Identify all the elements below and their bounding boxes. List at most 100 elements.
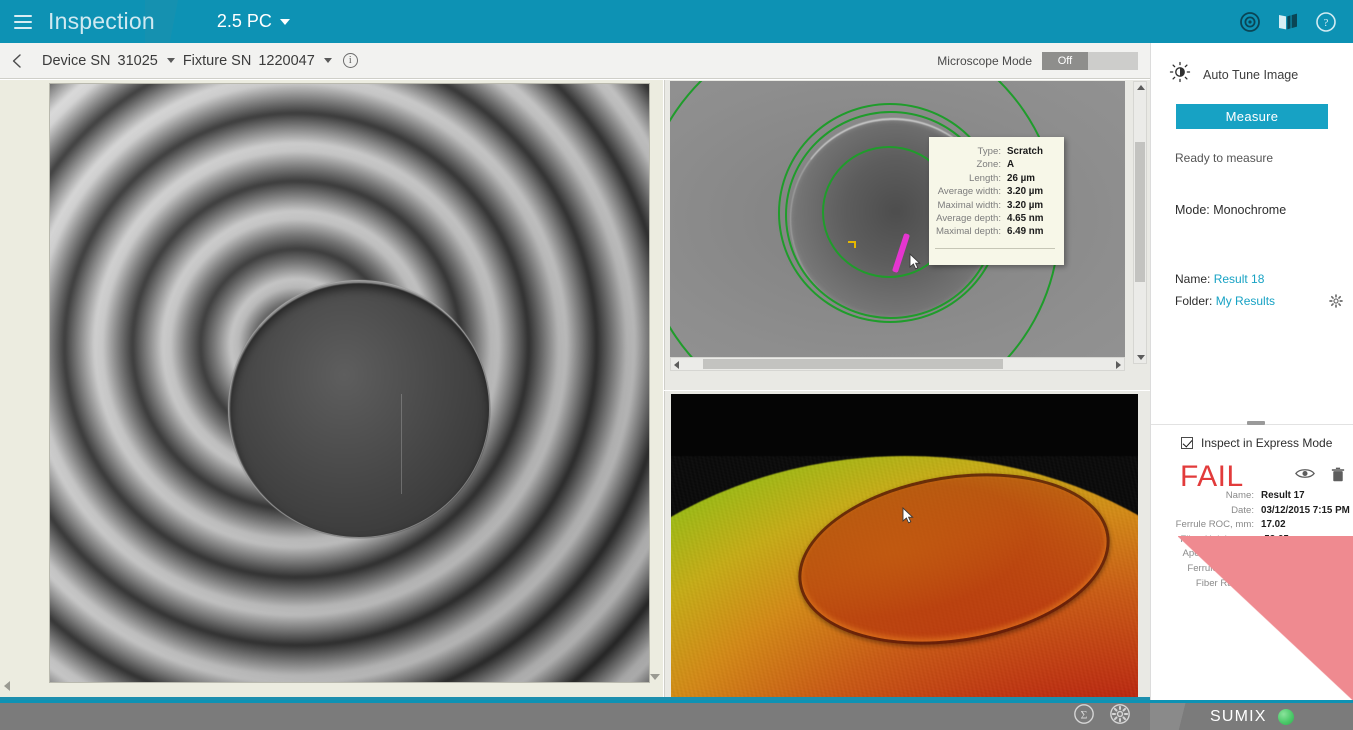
- gear-icon[interactable]: [1329, 294, 1343, 313]
- tooltip-key: Length:: [968, 172, 1001, 184]
- defect-tooltip: Type: Scratch Zone: A Length: 26 µm Aver…: [929, 137, 1064, 265]
- sidebar-splitter[interactable]: [1151, 418, 1353, 430]
- microscope-mode-label: Microscope Mode: [937, 54, 1032, 68]
- table-row: Maximal depth: 6.49 nm: [935, 225, 1055, 238]
- result-value: 17.02: [1261, 519, 1286, 531]
- tooltip-key: Average width:: [937, 186, 1001, 198]
- bore-hairline: [401, 394, 402, 494]
- ferrule-bore-edge: [228, 280, 490, 538]
- checkbox-checked-icon: [1181, 437, 1193, 449]
- trash-icon[interactable]: [1331, 467, 1345, 488]
- mode-selector-label: 2.5 PC: [216, 11, 272, 31]
- result-value: -53.65: [1261, 533, 1289, 545]
- fixture-sn-dropdown-icon[interactable]: [323, 58, 332, 63]
- topbar-actions: ?: [1239, 0, 1345, 43]
- mouse-cursor-icon: [909, 252, 921, 270]
- help-icon[interactable]: ?: [1315, 11, 1337, 33]
- express-mode-checkbox[interactable]: Inspect in Express Mode: [1181, 436, 1332, 450]
- tooltip-key: Zone:: [976, 159, 1001, 171]
- mouse-cursor-icon: [902, 506, 914, 524]
- tooltip-value: 4.65 nm: [1007, 213, 1044, 225]
- svg-text:Σ: Σ: [1081, 708, 1088, 722]
- brightness-icon: [1169, 61, 1191, 88]
- chevron-down-icon: [279, 18, 290, 25]
- device-sn-label: Device SN: [42, 52, 111, 69]
- result-value: Result 17: [1261, 490, 1305, 501]
- interferogram-vscrollbar[interactable]: [650, 83, 663, 683]
- microscope-image: Type: Scratch Zone: A Length: 26 µm Aver…: [670, 81, 1125, 364]
- gear-icon[interactable]: [1109, 703, 1131, 730]
- microscope-mode-toggle[interactable]: Off: [1042, 52, 1138, 70]
- table-row: Type: Scratch: [935, 145, 1055, 158]
- splitter-grip[interactable]: [1247, 421, 1265, 425]
- result-key: Fiber Height, nm:: [1180, 533, 1254, 545]
- result-folder-row: Folder: My Results: [1175, 294, 1353, 308]
- device-sn-value: 31025: [117, 52, 158, 69]
- tooltip-key: Maximal width:: [937, 199, 1001, 211]
- microscope-hscrollbar[interactable]: [670, 357, 1125, 371]
- table-row: Average width: 3.20 µm: [935, 185, 1055, 198]
- defect-marker-yellow[interactable]: [848, 241, 856, 248]
- scroll-down-icon[interactable]: [1137, 355, 1145, 360]
- mode-selector[interactable]: 2.5 PC: [217, 11, 290, 32]
- three-d-render: [671, 394, 1138, 698]
- device-sn-dropdown-icon[interactable]: [166, 58, 175, 63]
- svg-text:?: ?: [1324, 17, 1329, 29]
- table-row: Fiber Ra, nm: 0.53: [1159, 577, 1353, 592]
- express-mode-label: Inspect in Express Mode: [1201, 436, 1333, 450]
- interferogram-image: [49, 83, 650, 683]
- manual-book-icon[interactable]: [1277, 11, 1299, 33]
- table-row: Length: 26 µm: [935, 172, 1055, 185]
- fixture-sn-value: 1220047: [258, 52, 315, 69]
- scroll-left-icon[interactable]: [4, 681, 10, 691]
- result-key: Ferrule ROC, mm:: [1175, 519, 1254, 531]
- sub-toolbar: Device SN 31025 Fixture SN 1220047 i Mic…: [0, 43, 1150, 79]
- table-row: Ferrule Ra, nm: 0.82: [1159, 562, 1353, 577]
- interferogram-view[interactable]: [0, 80, 663, 700]
- result-name-value[interactable]: Result 18: [1214, 272, 1265, 286]
- result-destination: Name: Result 18 Folder: My Results: [1175, 272, 1353, 308]
- auto-tune-image-button[interactable]: Auto Tune Image: [1151, 43, 1353, 88]
- back-button[interactable]: [0, 43, 34, 79]
- microscope-view[interactable]: Type: Scratch Zone: A Length: 26 µm Aver…: [664, 80, 1150, 390]
- table-row: Zone: A: [935, 158, 1055, 171]
- microscope-vscrollbar[interactable]: [1133, 81, 1147, 364]
- tooltip-key: Maximal depth:: [935, 226, 1001, 238]
- tooltip-value: 3.20 µm: [1007, 186, 1044, 198]
- info-icon[interactable]: i: [342, 53, 358, 68]
- result-name-label: Name:: [1175, 272, 1211, 286]
- measure-button[interactable]: Measure: [1176, 104, 1328, 129]
- table-row: Apex Offset, µm: 44.25: [1159, 547, 1353, 562]
- tooltip-value: 26 µm: [1007, 172, 1035, 184]
- result-folder-value[interactable]: My Results: [1216, 294, 1275, 308]
- scroll-left-icon[interactable]: [674, 361, 679, 369]
- hscroll-thumb[interactable]: [703, 359, 1003, 369]
- vscroll-thumb[interactable]: [1135, 142, 1145, 282]
- result-actions: [1295, 467, 1345, 488]
- measure-status-text: Ready to measure: [1175, 151, 1274, 165]
- result-key: Ferrule Ra, nm:: [1187, 562, 1254, 574]
- target-icon[interactable]: [1239, 11, 1261, 33]
- right-sidebar: Auto Tune Image Measure Ready to measure…: [1150, 43, 1353, 700]
- scroll-up-icon[interactable]: [1137, 85, 1145, 90]
- sigma-icon[interactable]: Σ: [1073, 703, 1095, 730]
- bottom-bar-actions: Σ: [1073, 703, 1131, 730]
- app-title: Inspection: [48, 8, 155, 34]
- result-folder-label: Folder:: [1175, 294, 1213, 308]
- capture-mode-text: Mode: Monochrome: [1175, 203, 1287, 217]
- table-row: Name: Result 17: [1159, 489, 1353, 504]
- fixture-sn-label: Fixture SN: [182, 52, 252, 69]
- brand-area: SUMIX: [1210, 703, 1294, 730]
- result-key: Apex Offset, µm:: [1182, 548, 1254, 560]
- table-row: Fiber Height, nm: -53.65: [1159, 533, 1353, 548]
- scroll-down-icon[interactable]: [650, 674, 660, 680]
- result-value: 03/12/2015 7:15 PM: [1261, 504, 1350, 516]
- eye-icon[interactable]: [1295, 467, 1315, 488]
- tooltip-value: 6.49 nm: [1007, 226, 1044, 238]
- three-d-surface-view[interactable]: [664, 391, 1150, 700]
- hamburger-menu-icon[interactable]: [14, 14, 32, 29]
- result-value: 0.53: [1261, 577, 1281, 589]
- result-value: 0.82: [1261, 562, 1281, 574]
- tooltip-value: 3.20 µm: [1007, 199, 1044, 211]
- scroll-right-icon[interactable]: [1116, 361, 1121, 369]
